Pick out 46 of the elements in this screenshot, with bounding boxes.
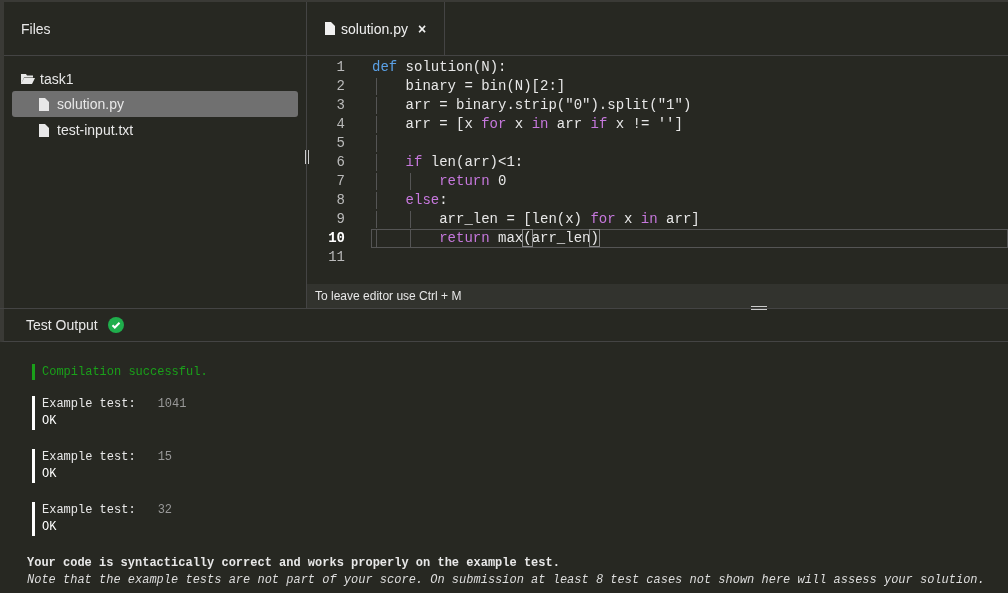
file-icon bbox=[39, 123, 49, 137]
panel-title: Test Output bbox=[26, 317, 98, 333]
code-line: arr_len = [len(x) for x in arr] bbox=[439, 211, 700, 228]
line-number: 4 bbox=[335, 115, 345, 134]
test-label: Example test: bbox=[42, 503, 136, 517]
note-text: Note that the example tests are not part of your score. On submission at least 8 test cases not shown here will assess your solution. bbox=[27, 572, 986, 589]
summary-text: Your code is syntactically correct and works properly on the example test. bbox=[27, 555, 561, 572]
test-result: OK bbox=[42, 414, 57, 428]
file-item[interactable]: solution.py bbox=[12, 91, 298, 117]
line-number: 10 bbox=[327, 229, 345, 248]
code-line: return max(arr_len) bbox=[439, 230, 599, 247]
code-line: if len(arr)<1: bbox=[405, 154, 524, 171]
compilation-message: Compilation successful. bbox=[42, 365, 208, 379]
line-number: 1 bbox=[335, 58, 345, 77]
file-icon bbox=[325, 22, 335, 35]
test-argument: 1041 bbox=[157, 397, 187, 411]
test-argument: 32 bbox=[157, 503, 173, 517]
line-number: 8 bbox=[335, 191, 345, 210]
file-icon bbox=[39, 97, 49, 111]
editor-hint: To leave editor use Ctrl + M bbox=[315, 289, 462, 303]
test-label: Example test: bbox=[42, 397, 136, 411]
editor-tab[interactable]: solution.py × bbox=[307, 2, 446, 55]
code-line: arr = binary.strip("0").split("1") bbox=[405, 97, 692, 114]
panel-title: Files bbox=[21, 20, 51, 37]
line-number: 3 bbox=[335, 96, 345, 115]
file-item[interactable]: test-input.txt bbox=[12, 117, 298, 143]
test-argument: 15 bbox=[157, 450, 173, 464]
test-result: OK bbox=[42, 467, 57, 481]
line-number: 7 bbox=[335, 172, 345, 191]
line-number: 5 bbox=[335, 134, 345, 153]
code-line: def solution(N): bbox=[372, 59, 507, 76]
code-line: else: bbox=[405, 192, 448, 209]
line-number: 11 bbox=[327, 248, 345, 267]
code-line: arr = [x for x in arr if x != ''] bbox=[405, 116, 683, 133]
line-number: 9 bbox=[335, 210, 345, 229]
close-button[interactable]: × bbox=[417, 20, 427, 37]
line-number: 2 bbox=[335, 77, 345, 96]
test-result: OK bbox=[42, 520, 57, 534]
code-line: binary = bin(N)[2:] bbox=[405, 78, 566, 95]
test-label: Example test: bbox=[42, 450, 136, 464]
folder-icon bbox=[21, 73, 35, 85]
line-number: 6 bbox=[335, 153, 345, 172]
resize-handle[interactable] bbox=[305, 150, 309, 164]
folder-item[interactable]: task1 bbox=[40, 71, 74, 87]
code-line: return 0 bbox=[439, 173, 507, 190]
resize-handle[interactable] bbox=[751, 306, 767, 310]
